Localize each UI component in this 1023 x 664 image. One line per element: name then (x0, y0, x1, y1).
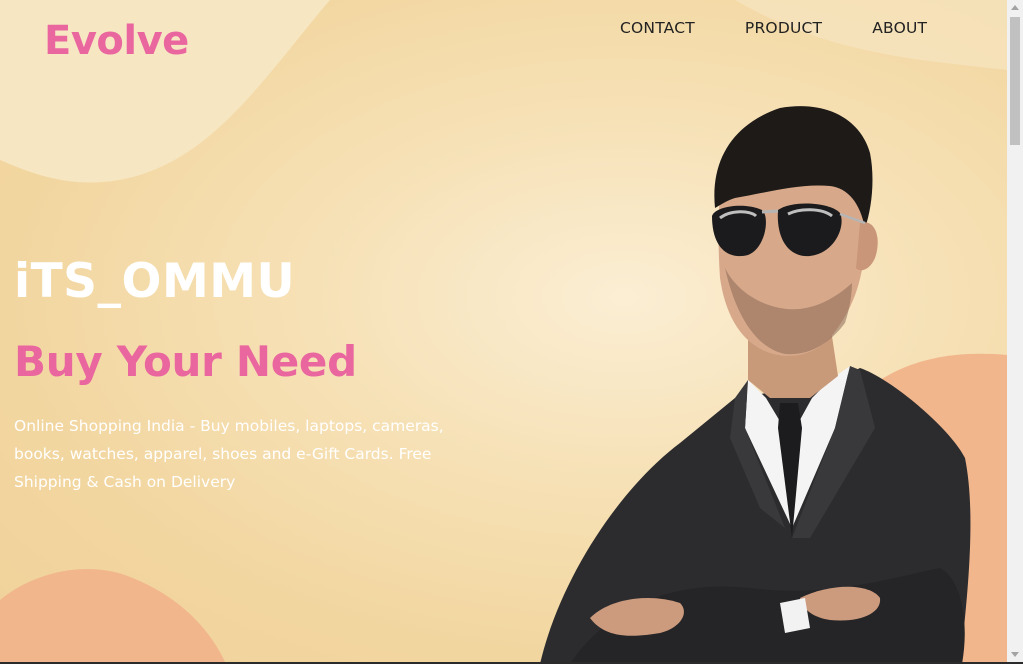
vertical-scrollbar[interactable] (1007, 0, 1023, 662)
hero-tagline: Buy Your Need (14, 337, 357, 386)
cuff (780, 598, 810, 633)
nav-about[interactable]: ABOUT (872, 19, 927, 37)
page: Evolve CONTACT PRODUCT ABOUT iTS_OMMU Bu… (0, 0, 1023, 664)
hero-section: Evolve CONTACT PRODUCT ABOUT iTS_OMMU Bu… (0, 0, 1007, 662)
hero-description: Online Shopping India - Buy mobiles, lap… (14, 417, 444, 491)
scroll-thumb[interactable] (1010, 17, 1020, 145)
bottom-left-peach-blob (0, 569, 225, 662)
logo[interactable]: Evolve (44, 18, 189, 64)
nav-product[interactable]: PRODUCT (745, 19, 822, 37)
nav-contact[interactable]: CONTACT (620, 19, 695, 37)
man-in-suit-image (540, 106, 971, 662)
scroll-up-arrow-icon[interactable] (1011, 5, 1019, 10)
scroll-down-arrow-icon[interactable] (1011, 652, 1019, 657)
main-nav: CONTACT PRODUCT ABOUT (620, 19, 927, 37)
brand-title: iTS_OMMU (14, 254, 296, 309)
